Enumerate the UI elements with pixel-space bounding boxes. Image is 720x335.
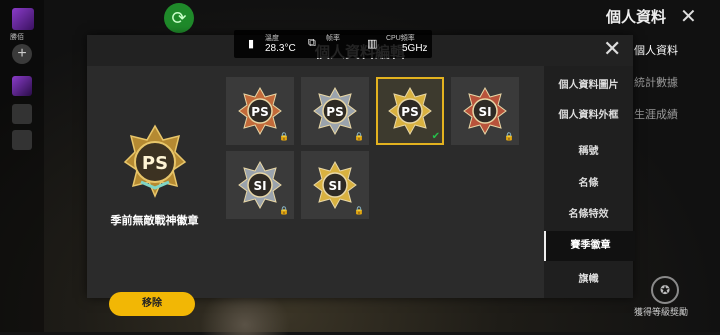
side-item-profile-picture[interactable]: 個人資料圖片 xyxy=(544,71,633,101)
badge-slot[interactable]: PS ✔ xyxy=(376,77,444,145)
season-badge-icon: PS xyxy=(388,86,432,140)
cpu-icon: ▥ xyxy=(367,38,378,50)
badge-slot[interactable]: SI 🔒 xyxy=(451,77,519,145)
badge-code: SI xyxy=(328,179,341,193)
left-rail: 勝佰 + xyxy=(0,0,44,332)
lock-icon: 🔒 xyxy=(354,206,364,215)
badge-code: PS xyxy=(326,105,343,119)
cpu-label: CPU頻率 xyxy=(386,35,415,42)
friend-avatar[interactable] xyxy=(12,104,32,124)
remove-button[interactable]: 移除 xyxy=(109,292,195,316)
season-badge-icon: PS xyxy=(313,86,357,140)
season-badge-icon: SI xyxy=(463,86,507,140)
friend-avatar[interactable] xyxy=(12,130,32,150)
side-item-profile-frame[interactable]: 個人資料外框 xyxy=(544,101,633,131)
profile-edit-modal: 個人資料編輯 ✕ PS 季前無敵戰神徽章 移除 PS🔒PS🔒PS✔SI🔒SI🔒S… xyxy=(87,35,635,316)
badge-slot[interactable]: SI 🔒 xyxy=(301,151,369,219)
selected-badge-panel: PS 季前無敵戰神徽章 移除 xyxy=(87,66,222,316)
check-icon: ✔ xyxy=(431,131,440,142)
fps-icon: ⧉ xyxy=(308,37,316,49)
side-item-nameplate[interactable]: 名條 xyxy=(544,169,633,199)
fps-label: 帧率 xyxy=(326,35,340,42)
side-menu: 個人資料圖片 個人資料外框 稱號 名條 名條特效 賽季徽章 旗幟 xyxy=(544,66,635,298)
selected-badge-icon: PS xyxy=(123,124,187,207)
svg-text:PS: PS xyxy=(142,153,168,174)
right-menu-item-profile[interactable]: 個人資料 xyxy=(634,42,704,58)
right-menu-item-stats[interactable]: 統計數據 xyxy=(634,74,704,90)
lock-icon: 🔒 xyxy=(279,132,289,141)
season-badge-icon: SI xyxy=(238,160,282,214)
badge-code: PS xyxy=(401,105,418,119)
add-friend-icon[interactable]: + xyxy=(12,44,32,64)
side-item-title[interactable]: 稱號 xyxy=(544,137,633,167)
temp-value: 28.3°C xyxy=(265,43,296,54)
performance-overlay: ▮ 溫度 28.3°C ⧉ 帧率 ▥ CPU頻率 5GHz xyxy=(234,30,432,58)
side-item-banner[interactable]: 旗幟 xyxy=(544,265,633,295)
badge-slot[interactable]: PS 🔒 xyxy=(226,77,294,145)
temperature-icon: ▮ xyxy=(248,38,255,50)
side-item-season-badge[interactable]: 賽季徽章 xyxy=(544,231,635,261)
selected-badge-name: 季前無敵戰神徽章 xyxy=(110,215,199,227)
badge-code: SI xyxy=(253,179,266,193)
lock-icon: 🔒 xyxy=(354,132,364,141)
season-badge-icon: PS xyxy=(238,86,282,140)
reward-icon[interactable]: ✪ xyxy=(651,276,679,304)
cpu-value: 5GHz xyxy=(402,43,428,54)
close-icon[interactable]: ✕ xyxy=(680,4,697,29)
season-badge-icon: SI xyxy=(313,160,357,214)
badge-code: SI xyxy=(478,105,491,119)
temp-label: 溫度 xyxy=(265,35,279,42)
close-icon[interactable]: ✕ xyxy=(603,36,621,62)
lock-icon: 🔒 xyxy=(504,132,514,141)
page-title: 個人資料 xyxy=(606,9,667,26)
friend-avatar[interactable] xyxy=(12,76,32,96)
badge-slot[interactable]: SI 🔒 xyxy=(226,151,294,219)
reward-label: 獲得等級獎勵 xyxy=(634,307,689,317)
badge-slot[interactable]: PS 🔒 xyxy=(301,77,369,145)
refresh-icon[interactable]: ⟳ xyxy=(164,3,194,33)
badge-code: PS xyxy=(251,105,268,119)
lock-icon: 🔒 xyxy=(279,206,289,215)
rail-label: 勝佰 xyxy=(10,34,24,41)
side-item-nameplate-effect[interactable]: 名條特效 xyxy=(544,200,633,230)
avatar[interactable] xyxy=(12,8,34,30)
right-menu-item-career[interactable]: 生涯成績 xyxy=(634,106,704,122)
